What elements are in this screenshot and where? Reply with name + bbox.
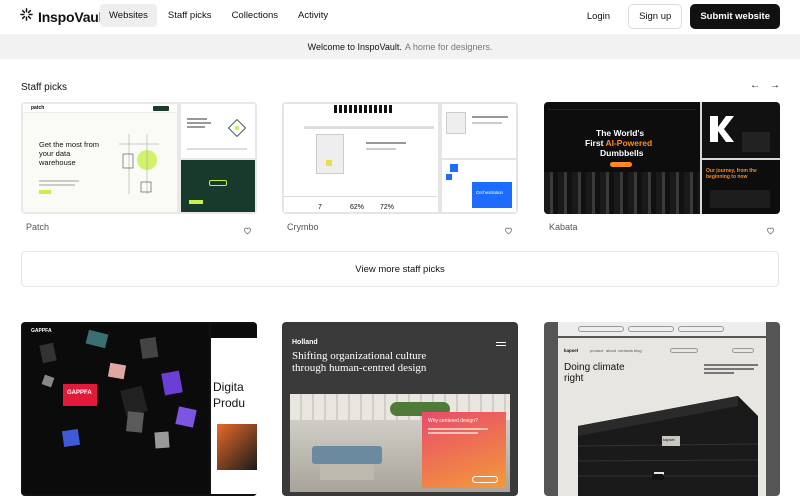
kapsel-nav-blog[interactable]: blog xyxy=(634,348,642,353)
website-card-kapsel[interactable]: kapsel product about contacts blog Doing… xyxy=(544,322,780,496)
dumbbells-image xyxy=(544,172,700,214)
staff-picks-title: Staff picks xyxy=(21,82,67,93)
welcome-banner: Welcome to InspoVault. A home for design… xyxy=(0,34,800,59)
patch-logo: patch xyxy=(31,105,45,111)
nav-activity[interactable]: Activity xyxy=(289,4,337,27)
card-label-kabata: Kabata xyxy=(549,222,578,232)
sparkle-logo-icon xyxy=(20,8,33,26)
holland-headline: Shifting organizational culture through … xyxy=(292,350,427,374)
login-link[interactable]: Login xyxy=(577,5,620,28)
patch-main-preview: patch Get the most from your data wareho… xyxy=(23,104,177,212)
website-card-gappfa[interactable]: GAPPFA GAPPFA Digita Produ xyxy=(21,322,257,496)
crymbo-side-preview-bottom: Orchestration xyxy=(442,160,516,212)
brand-logo[interactable]: InspoVault xyxy=(20,8,107,26)
crymbo-main-preview: 7 62% 72% xyxy=(284,104,438,212)
kapsel-nav-product[interactable]: product xyxy=(590,348,603,353)
crymbo-stat-2: 62% xyxy=(350,204,365,211)
view-more-staff-picks-button[interactable]: View more staff picks xyxy=(21,251,779,287)
heart-icon[interactable] xyxy=(766,222,775,240)
kabata-headline-2: First AI-Powered xyxy=(585,138,653,148)
submit-website-button[interactable]: Submit website xyxy=(690,4,780,29)
patch-side-preview-bottom xyxy=(181,160,255,212)
patch-headline: Get the most from your data warehouse xyxy=(39,140,100,167)
kabata-headline-3: Dumbbells xyxy=(600,148,644,158)
heart-icon[interactable] xyxy=(504,222,513,240)
crymbo-side-preview-top xyxy=(442,104,516,158)
nav-collections[interactable]: Collections xyxy=(223,4,287,27)
holland-callout: Why centered design? xyxy=(422,412,506,488)
arrow-left-icon[interactable]: ← xyxy=(750,80,760,91)
gappfa-main-preview: GAPPFA GAPPFA xyxy=(23,324,209,494)
kapsel-logo: kapsel xyxy=(564,348,579,353)
banner-tagline: A home for designers. xyxy=(404,41,493,52)
banner-welcome: Welcome to InspoVault. xyxy=(307,41,402,52)
brand-name: InspoVault xyxy=(38,9,107,25)
top-header: InspoVault Websites Staff picks Collecti… xyxy=(0,0,800,33)
crymbo-tag: Orchestration xyxy=(476,190,504,195)
main-nav: Websites Staff picks Collections Activit… xyxy=(100,4,337,27)
kabata-headline-1: The World's xyxy=(596,128,645,138)
gappfa-brand: GAPPFA xyxy=(31,328,52,334)
signup-button[interactable]: Sign up xyxy=(628,4,683,29)
kapsel-nav-contacts[interactable]: contacts xyxy=(618,348,633,353)
gappfa-side-text-2: Produ xyxy=(213,396,246,410)
gappfa-badge: GAPPFA xyxy=(67,390,92,396)
staff-pick-card-patch[interactable]: patch Get the most from your data wareho… xyxy=(21,102,257,214)
patch-side-preview-top xyxy=(181,104,255,158)
play-icon[interactable] xyxy=(652,474,664,480)
menu-icon[interactable] xyxy=(496,342,506,346)
nav-staff-picks[interactable]: Staff picks xyxy=(159,4,221,27)
card-label-crymbo: Crymbo xyxy=(287,222,319,232)
kapsel-headline: Doing climate right xyxy=(564,362,625,384)
holland-office-image: Why centered design? xyxy=(290,394,510,492)
header-actions: Login Sign up Submit website xyxy=(577,4,780,29)
nav-websites[interactable]: Websites xyxy=(100,4,157,27)
kabata-main-preview: The World's First AI-Powered Dumbbells xyxy=(544,102,700,214)
staff-pick-card-kabata[interactable]: The World's First AI-Powered Dumbbells O… xyxy=(544,102,780,214)
website-card-holland[interactable]: Holland Shifting organizational culture … xyxy=(282,322,518,496)
crymbo-stat-3: 72% xyxy=(380,204,395,211)
arrow-right-icon[interactable]: → xyxy=(770,80,780,91)
heart-icon[interactable] xyxy=(243,222,252,240)
gappfa-side-text-1: Digita xyxy=(213,380,244,394)
carousel-arrows: ← → xyxy=(750,80,780,91)
staff-pick-card-crymbo[interactable]: 7 62% 72% Orchestration xyxy=(282,102,518,214)
kapsel-toolbar xyxy=(558,322,766,336)
kapsel-sign: kapsel xyxy=(663,437,675,442)
card-label-patch: Patch xyxy=(26,222,50,232)
kapsel-main-preview: kapsel product about contacts blog Doing… xyxy=(558,338,766,496)
kapsel-nav-about[interactable]: about xyxy=(606,348,616,353)
crymbo-stat-1: 7 xyxy=(318,204,322,211)
gappfa-side-preview: Digita Produ xyxy=(211,324,257,494)
kabata-side-text: Our journey, from the beginning to now xyxy=(706,168,757,180)
kabata-side-preview-top xyxy=(702,102,780,158)
holland-brand: Holland xyxy=(292,339,318,346)
kabata-side-preview-bottom: Our journey, from the beginning to now xyxy=(702,160,780,214)
